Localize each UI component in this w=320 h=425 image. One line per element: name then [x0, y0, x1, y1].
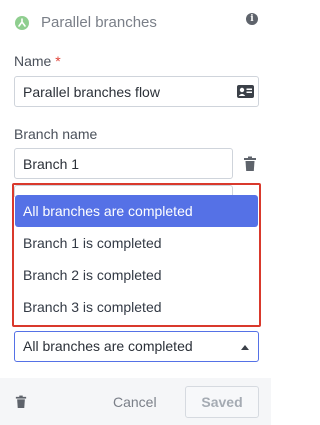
delete-node-icon[interactable]	[15, 395, 27, 409]
name-input[interactable]: Parallel branches flow	[14, 76, 259, 107]
caret-up-icon	[241, 345, 249, 350]
completion-select-value: All branches are completed	[23, 338, 193, 354]
dropdown-highlight-frame	[12, 183, 261, 327]
completion-select[interactable]: All branches are completed	[14, 331, 259, 362]
cancel-button[interactable]: Cancel	[113, 393, 157, 411]
name-label: Name *	[14, 52, 61, 70]
required-mark: *	[55, 53, 61, 69]
name-label-text: Name	[14, 53, 52, 69]
trash-icon[interactable]	[243, 156, 257, 172]
panel-title: Parallel branches	[41, 14, 157, 31]
id-card-icon[interactable]	[236, 83, 256, 100]
parallel-branches-icon	[15, 16, 29, 30]
branch-name-value: Branch 1	[23, 155, 80, 172]
name-input-value: Parallel branches flow	[23, 83, 160, 100]
branch-name-label: Branch name	[14, 126, 98, 142]
saved-button[interactable]: Saved	[185, 386, 259, 418]
branch-name-input[interactable]: Branch 1	[14, 148, 233, 179]
info-icon[interactable]: i	[246, 13, 258, 25]
